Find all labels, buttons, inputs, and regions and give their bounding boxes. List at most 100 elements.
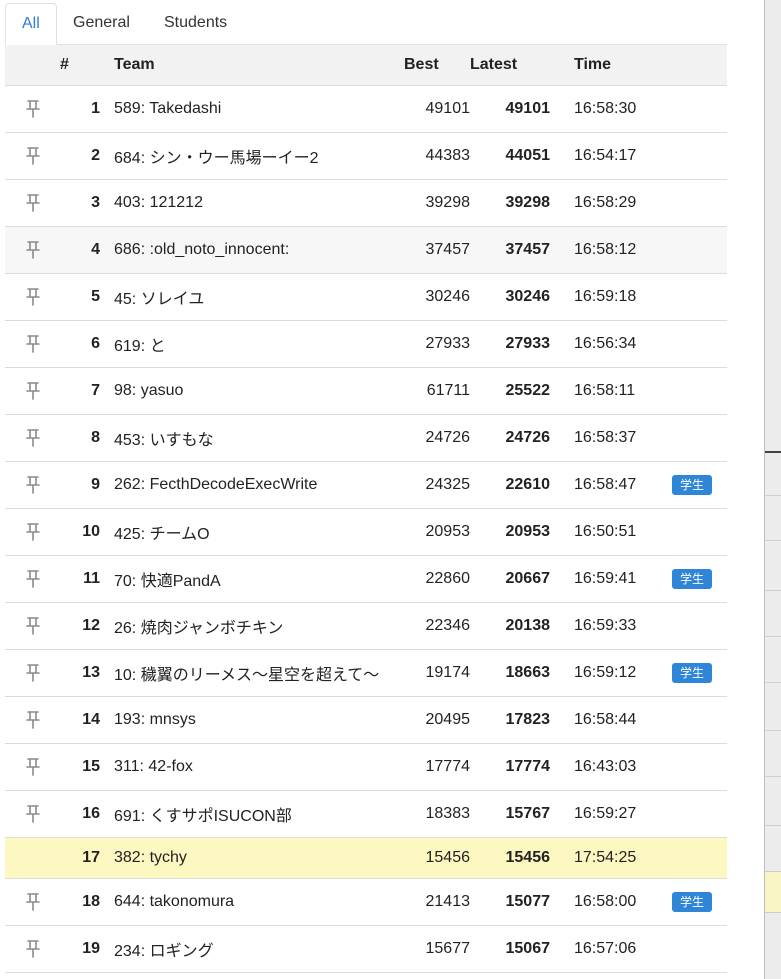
pin-icon[interactable] xyxy=(25,523,40,541)
team-cell: 262: FecthDecodeExecWrite xyxy=(100,461,404,509)
table-header-row: # Team Best Latest Time xyxy=(5,45,727,86)
tab-all[interactable]: All xyxy=(5,3,57,45)
badge-cell xyxy=(672,273,727,321)
pin-icon[interactable] xyxy=(25,241,40,259)
time-cell: 16:59:18 xyxy=(550,273,672,321)
pin-cell xyxy=(5,273,60,321)
pin-cell xyxy=(5,743,60,791)
time-cell: 16:57:06 xyxy=(550,925,672,973)
latest-score-cell: 15767 xyxy=(470,790,550,838)
pin-icon[interactable] xyxy=(25,194,40,212)
pin-icon[interactable] xyxy=(25,805,40,823)
pin-icon[interactable] xyxy=(25,940,40,958)
best-score-cell: 37457 xyxy=(404,226,470,274)
badge-cell: 学生 xyxy=(672,878,727,926)
rank-cell: 8 xyxy=(60,414,100,462)
time-cell: 16:59:33 xyxy=(550,602,672,650)
table-row: 9 262: FecthDecodeExecWrite 24325 22610 16:5… xyxy=(5,461,727,509)
rank-cell: 18 xyxy=(60,878,100,926)
pin-icon[interactable] xyxy=(25,335,40,353)
pin-cell xyxy=(5,85,60,133)
table-row: 4 686: :old_noto_innocent: 37457 37457 16:58… xyxy=(5,226,727,274)
tab-students[interactable]: Students xyxy=(148,3,243,43)
pin-icon[interactable] xyxy=(25,147,40,165)
team-cell: 26: 焼肉ジャンボチキン xyxy=(100,602,404,650)
latest-score-cell: 37457 xyxy=(470,226,550,274)
pin-cell xyxy=(5,414,60,462)
table-row: 15 311: 42-fox 17774 17774 16:43:03 xyxy=(5,743,727,791)
pin-cell xyxy=(5,696,60,744)
table-row: 16 691: くすサポISUCON部 18383 15767 16:59:27 xyxy=(5,790,727,838)
table-row: 17 382: tychy 15456 15456 17:54:25 xyxy=(5,837,727,879)
rank-cell: 6 xyxy=(60,320,100,368)
badge-cell xyxy=(672,414,727,462)
pin-cell xyxy=(5,132,60,180)
time-cell: 16:58:29 xyxy=(550,179,672,227)
rank-cell: 4 xyxy=(60,226,100,274)
team-cell: 70: 快適PandA xyxy=(100,555,404,603)
latest-score-cell: 17823 xyxy=(470,696,550,744)
pin-cell xyxy=(5,925,60,973)
badge-cell xyxy=(672,132,727,180)
pin-icon[interactable] xyxy=(25,617,40,635)
badge-cell: 学生 xyxy=(672,555,727,603)
team-cell: 453: いすもな xyxy=(100,414,404,462)
badge-cell xyxy=(672,743,727,791)
latest-score-cell: 44051 xyxy=(470,132,550,180)
pin-icon[interactable] xyxy=(25,382,40,400)
pin-icon[interactable] xyxy=(25,100,40,118)
latest-score-cell: 30246 xyxy=(470,273,550,321)
pin-icon[interactable] xyxy=(25,476,40,494)
rank-column-header: # xyxy=(60,45,100,86)
rank-cell: 5 xyxy=(60,273,100,321)
table-row: 3 403: 121212 39298 39298 16:58:29 xyxy=(5,179,727,227)
tab-general[interactable]: General xyxy=(57,3,146,43)
table-row: 10 425: チームO 20953 20953 16:50:51 xyxy=(5,508,727,556)
pin-cell xyxy=(5,837,60,879)
time-cell: 16:58:47 xyxy=(550,461,672,509)
pin-icon[interactable] xyxy=(25,758,40,776)
latest-column-header: Latest xyxy=(470,45,550,86)
pin-icon[interactable] xyxy=(25,288,40,306)
latest-score-cell: 15067 xyxy=(470,925,550,973)
best-score-cell: 30246 xyxy=(404,273,470,321)
pin-cell xyxy=(5,226,60,274)
table-row: 11 70: 快適PandA 22860 20667 16:59:41 学生 xyxy=(5,555,727,603)
team-cell: 589: Takedashi xyxy=(100,85,404,133)
table-row: 2 684: シン・ウー馬場ーイー2 44383 44051 16:54:17 xyxy=(5,132,727,180)
pin-icon[interactable] xyxy=(25,429,40,447)
rank-cell: 12 xyxy=(60,602,100,650)
badge-cell xyxy=(672,226,727,274)
rank-cell: 1 xyxy=(60,85,100,133)
table-row: 1 589: Takedashi 49101 49101 16:58:30 xyxy=(5,85,727,133)
badge-cell xyxy=(672,508,727,556)
time-cell: 16:58:11 xyxy=(550,367,672,415)
best-score-cell: 20953 xyxy=(404,508,470,556)
table-row: 5 45: ソレイユ 30246 30246 16:59:18 xyxy=(5,273,727,321)
rank-cell: 15 xyxy=(60,743,100,791)
pin-icon[interactable] xyxy=(25,664,40,682)
pin-icon[interactable] xyxy=(25,570,40,588)
rank-cell: 14 xyxy=(60,696,100,744)
team-column-header: Team xyxy=(100,45,404,86)
badge-cell xyxy=(672,925,727,973)
latest-score-cell: 15077 xyxy=(470,878,550,926)
time-cell: 16:58:44 xyxy=(550,696,672,744)
pin-icon[interactable] xyxy=(25,711,40,729)
pin-icon[interactable] xyxy=(25,893,40,911)
team-cell: 403: 121212 xyxy=(100,179,404,227)
rank-cell: 10 xyxy=(60,508,100,556)
latest-score-cell: 20138 xyxy=(470,602,550,650)
latest-score-cell: 20667 xyxy=(470,555,550,603)
latest-score-cell: 24726 xyxy=(470,414,550,462)
pin-cell xyxy=(5,320,60,368)
rank-cell: 17 xyxy=(60,837,100,879)
table-row: 19 234: ロギング 15677 15067 16:57:06 xyxy=(5,925,727,973)
pin-cell xyxy=(5,367,60,415)
rank-cell: 3 xyxy=(60,179,100,227)
team-cell: 425: チームO xyxy=(100,508,404,556)
table-row: 6 619: と 27933 27933 16:56:34 xyxy=(5,320,727,368)
badge-cell xyxy=(672,85,727,133)
table-row: 8 453: いすもな 24726 24726 16:58:37 xyxy=(5,414,727,462)
rank-cell: 11 xyxy=(60,555,100,603)
